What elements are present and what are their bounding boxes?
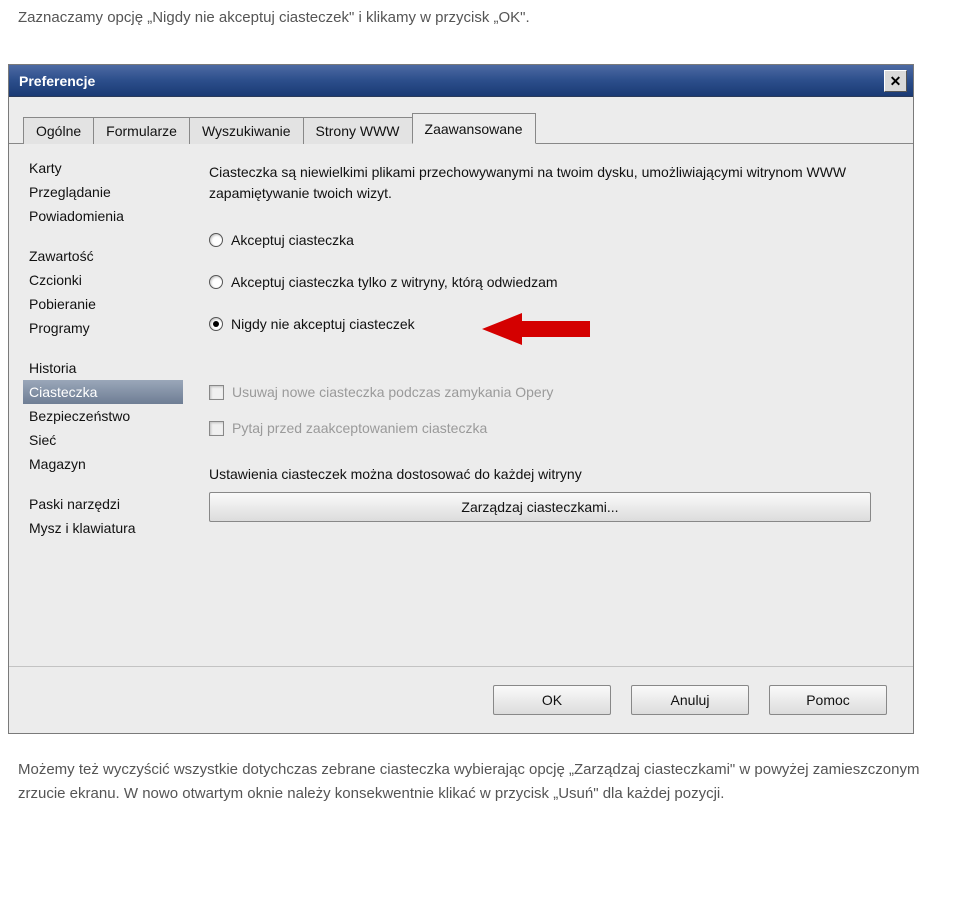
- tab-webpages[interactable]: Strony WWW: [303, 117, 413, 144]
- button-label: Zarządzaj ciasteczkami...: [461, 499, 618, 515]
- radio-icon: [209, 317, 223, 331]
- sidebar-item-history[interactable]: Historia: [23, 356, 183, 380]
- sidebar-item-fonts[interactable]: Czcionki: [23, 268, 183, 292]
- sidebar-item-browsing[interactable]: Przeglądanie: [23, 180, 183, 204]
- sidebar-item-cards[interactable]: Karty: [23, 156, 183, 180]
- radio-never-accept[interactable]: Nigdy nie akceptuj ciasteczek: [209, 316, 897, 332]
- manage-cookies-button[interactable]: Zarządzaj ciasteczkami...: [209, 492, 871, 522]
- radio-accept-visited[interactable]: Akceptuj ciasteczka tylko z witryny, któ…: [209, 274, 897, 290]
- tab-forms[interactable]: Formularze: [93, 117, 190, 144]
- button-label: OK: [542, 692, 562, 708]
- tab-label: Strony WWW: [316, 123, 400, 139]
- radio-accept[interactable]: Akceptuj ciasteczka: [209, 232, 897, 248]
- tab-label: Zaawansowane: [425, 121, 523, 137]
- sidebar: Karty Przeglądanie Powiadomienia Zawarto…: [9, 148, 183, 666]
- sidebar-item-network[interactable]: Sieć: [23, 428, 183, 452]
- tab-label: Wyszukiwanie: [202, 123, 291, 139]
- sidebar-item-notifications[interactable]: Powiadomienia: [23, 204, 183, 228]
- sidebar-item-security[interactable]: Bezpieczeństwo: [23, 404, 183, 428]
- radio-label: Nigdy nie akceptuj ciasteczek: [231, 316, 415, 332]
- close-button[interactable]: ✕: [884, 70, 907, 92]
- help-button[interactable]: Pomoc: [769, 685, 887, 715]
- tab-bar: Ogólne Formularze Wyszukiwanie Strony WW…: [9, 97, 913, 144]
- titlebar: Preferencje ✕: [9, 65, 913, 97]
- button-label: Pomoc: [806, 692, 850, 708]
- checkbox-label: Usuwaj nowe ciasteczka podczas zamykania…: [232, 384, 553, 400]
- sidebar-item-toolbars[interactable]: Paski narzędzi: [23, 492, 183, 516]
- cancel-button[interactable]: Anuluj: [631, 685, 749, 715]
- sidebar-item-content[interactable]: Zawartość: [23, 244, 183, 268]
- radio-icon: [209, 275, 223, 289]
- radio-label: Akceptuj ciasteczka tylko z witryny, któ…: [231, 274, 558, 290]
- check-delete-on-close: Usuwaj nowe ciasteczka podczas zamykania…: [209, 384, 897, 400]
- tab-label: Ogólne: [36, 123, 81, 139]
- description-text: Ciasteczka są niewielkimi plikami przech…: [209, 162, 897, 204]
- preferences-dialog: Preferencje ✕ Ogólne Formularze Wyszukiw…: [8, 64, 914, 734]
- ok-button[interactable]: OK: [493, 685, 611, 715]
- instruction-bottom: Możemy też wyczyścić wszystkie dotychcza…: [0, 752, 959, 812]
- check-ask-before: Pytaj przed zaakceptowaniem ciasteczka: [209, 420, 897, 436]
- window-title: Preferencje: [19, 73, 884, 89]
- dialog-footer: OK Anuluj Pomoc: [9, 666, 913, 733]
- checkbox-label: Pytaj przed zaakceptowaniem ciasteczka: [232, 420, 487, 436]
- tab-label: Formularze: [106, 123, 177, 139]
- sidebar-item-cookies[interactable]: Ciasteczka: [23, 380, 183, 404]
- note-text: Ustawienia ciasteczek można dostosować d…: [209, 466, 897, 482]
- tab-advanced[interactable]: Zaawansowane: [412, 113, 536, 144]
- checkbox-icon: [209, 385, 224, 400]
- arrow-icon: [482, 309, 592, 349]
- checkbox-icon: [209, 421, 224, 436]
- sidebar-item-programs[interactable]: Programy: [23, 316, 183, 340]
- close-icon: ✕: [890, 74, 902, 88]
- tab-search[interactable]: Wyszukiwanie: [189, 117, 304, 144]
- instruction-top: Zaznaczamy opcję „Nigdy nie akceptuj cia…: [0, 0, 959, 36]
- cookies-pane: Ciasteczka są niewielkimi plikami przech…: [183, 148, 913, 666]
- sidebar-item-mouse-keyboard[interactable]: Mysz i klawiatura: [23, 516, 183, 540]
- sidebar-item-storage[interactable]: Magazyn: [23, 452, 183, 476]
- radio-label: Akceptuj ciasteczka: [231, 232, 354, 248]
- radio-icon: [209, 233, 223, 247]
- button-label: Anuluj: [671, 692, 710, 708]
- sidebar-item-downloads[interactable]: Pobieranie: [23, 292, 183, 316]
- tab-general[interactable]: Ogólne: [23, 117, 94, 144]
